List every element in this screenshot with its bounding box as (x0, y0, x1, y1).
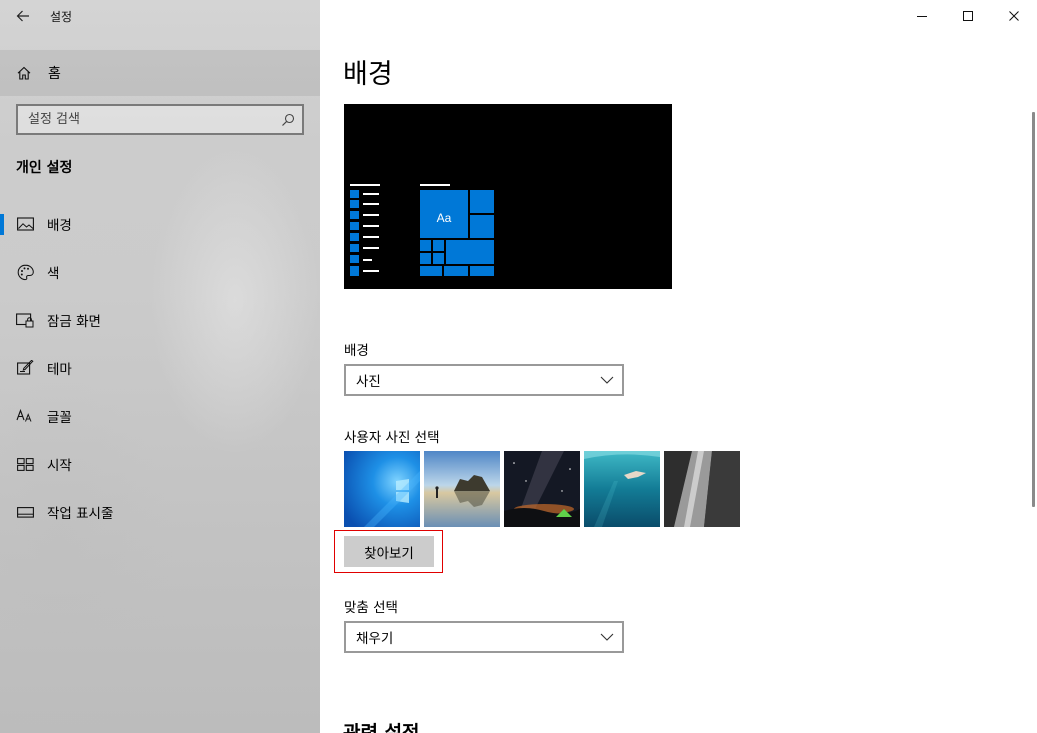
thumbnail-windows-logo[interactable] (344, 451, 420, 527)
minimize-button[interactable] (899, 0, 945, 32)
lock-screen-icon (16, 311, 34, 329)
sidebar-item-themes[interactable]: 테마 (0, 348, 320, 388)
title-bar: 설정 (0, 0, 320, 32)
window-controls (899, 0, 1037, 32)
sidebar-item-label: 시작 (47, 458, 72, 474)
chevron-down-icon (600, 376, 614, 384)
palette-icon (16, 263, 34, 281)
background-dropdown[interactable]: 사진 (344, 364, 624, 396)
desktop-preview: Aa (344, 104, 672, 289)
home-nav-item[interactable]: 홈 (0, 50, 320, 96)
fit-dropdown[interactable]: 채우기 (344, 621, 624, 653)
close-button[interactable] (991, 0, 1037, 32)
sidebar-item-label: 잠금 화면 (47, 314, 101, 330)
thumbnail-waterfall-cliff[interactable] (664, 451, 740, 527)
fit-label: 맞춤 선택 (344, 600, 398, 616)
sidebar-item-color[interactable]: 색 (0, 252, 320, 292)
thumbnail-underwater-swimmer[interactable] (584, 451, 660, 527)
theme-brush-icon (16, 359, 34, 377)
background-dropdown-value: 사진 (356, 374, 381, 390)
sidebar-item-lock-screen[interactable]: 잠금 화면 (0, 300, 320, 340)
home-label: 홈 (48, 66, 61, 82)
sidebar-item-taskbar[interactable]: 작업 표시줄 (0, 492, 320, 532)
background-label: 배경 (344, 343, 369, 359)
chevron-down-icon (600, 633, 614, 641)
font-icon (16, 407, 34, 425)
taskbar-icon (16, 503, 34, 521)
sidebar: 설정 홈 개인 설정 배경 (0, 0, 320, 733)
sidebar-item-label: 글꼴 (47, 410, 72, 426)
sidebar-item-start[interactable]: 시작 (0, 444, 320, 484)
back-button[interactable] (0, 0, 46, 32)
tile-text: Aa (437, 211, 452, 225)
home-icon (17, 66, 31, 80)
maximize-button[interactable] (945, 0, 991, 32)
scrollbar[interactable] (1032, 112, 1035, 507)
browse-highlight: 찾아보기 (334, 530, 443, 573)
start-menu-preview: Aa (350, 184, 494, 276)
page-title: 배경 (343, 59, 393, 90)
section-heading: 개인 설정 (16, 160, 73, 176)
search-input[interactable] (28, 112, 280, 127)
thumbnail-milky-way-tent[interactable] (504, 451, 580, 527)
start-icon (16, 455, 34, 473)
sidebar-item-label: 색 (47, 266, 60, 282)
sidebar-item-label: 작업 표시줄 (47, 506, 114, 522)
related-settings-heading: 관련 설정 (343, 722, 420, 733)
app-title: 설정 (50, 9, 73, 24)
search-icon[interactable] (280, 112, 296, 128)
sidebar-item-fonts[interactable]: 글꼴 (0, 396, 320, 436)
picture-thumbnails (344, 451, 740, 527)
sidebar-item-label: 배경 (47, 218, 72, 234)
maximize-icon (963, 11, 973, 21)
settings-search-box[interactable] (16, 104, 304, 135)
thumbnail-beach-rocks[interactable] (424, 451, 500, 527)
back-arrow-icon (16, 10, 29, 22)
close-icon (1009, 11, 1019, 21)
choose-picture-label: 사용자 사진 선택 (344, 430, 440, 446)
picture-icon (16, 215, 34, 233)
minimize-icon (917, 16, 927, 17)
fit-dropdown-value: 채우기 (356, 631, 394, 647)
browse-button[interactable]: 찾아보기 (344, 536, 434, 567)
sidebar-item-label: 테마 (47, 362, 72, 378)
sidebar-item-background[interactable]: 배경 (0, 204, 320, 244)
